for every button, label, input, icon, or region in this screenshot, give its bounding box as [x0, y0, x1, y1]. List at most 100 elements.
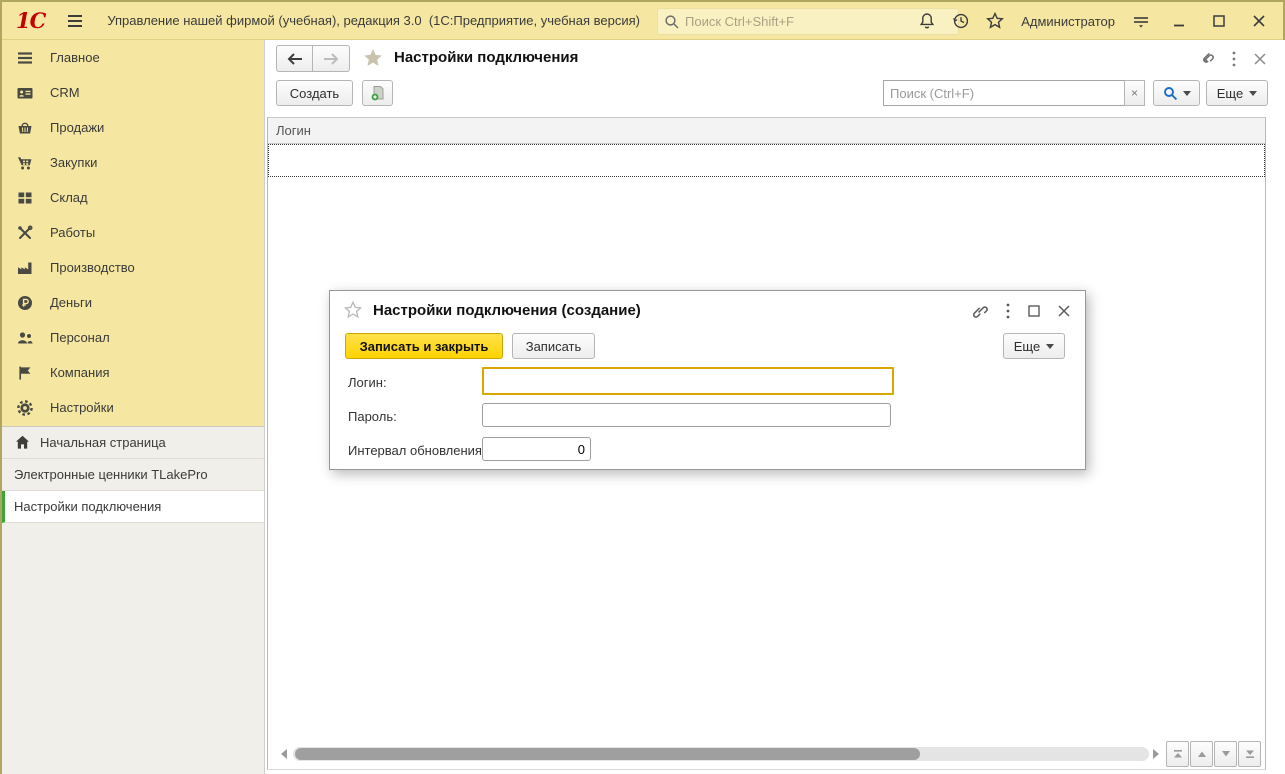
- people-icon: [16, 329, 34, 347]
- more-label: Еще: [1217, 86, 1243, 101]
- global-search-box[interactable]: [657, 8, 959, 35]
- save-button[interactable]: Записать: [512, 333, 595, 359]
- close-dialog-icon[interactable]: [1057, 304, 1071, 318]
- sidebar-item-personnel[interactable]: Персонал: [2, 320, 264, 355]
- get-link-icon[interactable]: [1197, 50, 1215, 68]
- notifications-bell-icon[interactable]: [917, 11, 937, 31]
- sidebar-item-main[interactable]: Главное: [2, 40, 264, 75]
- list-more-button[interactable]: Еще: [1206, 80, 1268, 106]
- login-input[interactable]: [482, 367, 894, 395]
- sidebar-item-label: Главное: [50, 50, 100, 65]
- dialog-toolbar: Записать и закрыть Записать Еще: [345, 333, 1070, 359]
- sidebar-item-label: Деньги: [50, 295, 92, 310]
- sidebar-item-label: Настройки: [50, 400, 114, 415]
- table-current-row[interactable]: [268, 144, 1265, 177]
- app-window: { "topbar": { "logo": "1С", "title": "Уп…: [0, 0, 1285, 774]
- dialog-header: Настройки подключения (создание): [330, 291, 1085, 329]
- favorites-star-icon[interactable]: [985, 11, 1005, 31]
- sidebar-item-warehouse[interactable]: Склад: [2, 180, 264, 215]
- back-button[interactable]: [276, 45, 313, 72]
- list-search-input[interactable]: [890, 86, 1110, 101]
- table-header-row[interactable]: Логин: [268, 117, 1265, 144]
- gear-icon: [16, 399, 34, 417]
- sidebar-item-label: Закупки: [50, 155, 97, 170]
- scroll-right-arrow[interactable]: [1153, 749, 1164, 759]
- go-next-row-button[interactable]: [1214, 741, 1237, 767]
- sidebar-item-company[interactable]: Компания: [2, 355, 264, 390]
- scrollbar-thumb[interactable]: [295, 748, 920, 760]
- sidebar-item-crm[interactable]: CRM: [2, 75, 264, 110]
- favorite-star-icon[interactable]: [362, 47, 384, 69]
- home-icon: [14, 434, 31, 451]
- row-navigation-buttons: [1166, 741, 1261, 767]
- contact-card-icon: [16, 84, 34, 102]
- scroll-left-arrow[interactable]: [276, 749, 287, 759]
- menu-lines-icon: [16, 49, 34, 67]
- ruble-coin-icon: [16, 294, 34, 312]
- go-first-row-button[interactable]: [1166, 741, 1189, 767]
- tab-label: Электронные ценники TLakePro: [14, 467, 208, 482]
- more-dots-icon[interactable]: [1005, 302, 1011, 320]
- advanced-search-button[interactable]: [1153, 80, 1200, 106]
- scrollbar-track[interactable]: [293, 747, 1149, 761]
- 1c-logo: 1С: [16, 8, 45, 33]
- password-input[interactable]: [482, 403, 891, 427]
- copy-item-button[interactable]: [362, 80, 393, 106]
- main-menu-icon[interactable]: [65, 11, 85, 31]
- interval-field-label: Интервал обновления:: [348, 437, 486, 463]
- history-nav-buttons: [276, 45, 350, 72]
- minimize-icon[interactable]: [1171, 13, 1187, 29]
- history-icon[interactable]: [951, 11, 971, 31]
- global-search-input[interactable]: [685, 14, 935, 29]
- dialog-title: Настройки подключения (создание): [373, 302, 641, 319]
- sidebar-item-label: Работы: [50, 225, 95, 240]
- more-dots-icon[interactable]: [1231, 50, 1237, 68]
- sidebar-item-money[interactable]: Деньги: [2, 285, 264, 320]
- horizontal-scrollbar: [268, 739, 1265, 769]
- tab-label: Начальная страница: [40, 435, 166, 450]
- tab-price-tags[interactable]: Электронные ценники TLakePro: [2, 459, 264, 491]
- sidebar-item-label: Продажи: [50, 120, 104, 135]
- maximize-icon[interactable]: [1211, 13, 1227, 29]
- service-menu-icon[interactable]: [1131, 11, 1151, 31]
- go-previous-row-button[interactable]: [1190, 741, 1213, 767]
- chevron-down-icon: [1046, 344, 1054, 353]
- close-window-icon[interactable]: [1251, 13, 1267, 29]
- password-field-label: Пароль:: [348, 403, 397, 429]
- section-sidebar: Главное CRM Продажи Закупки Склад Работы…: [2, 40, 264, 426]
- sidebar-item-settings[interactable]: Настройки: [2, 390, 264, 425]
- panel-window-icons: [1197, 50, 1267, 68]
- app-title: Управление нашей фирмой (учебная), редак…: [107, 13, 640, 28]
- clear-search-button[interactable]: ×: [1124, 80, 1145, 106]
- list-search-box[interactable]: [883, 80, 1125, 106]
- basket-icon: [16, 119, 34, 137]
- more-label: Еще: [1014, 339, 1040, 354]
- factory-icon: [16, 259, 34, 277]
- save-and-close-button[interactable]: Записать и закрыть: [345, 333, 503, 359]
- tab-connection-settings[interactable]: Настройки подключения: [2, 491, 264, 523]
- sidebar-item-label: Компания: [50, 365, 110, 380]
- close-panel-icon[interactable]: [1253, 52, 1267, 66]
- sidebar-item-label: Склад: [50, 190, 88, 205]
- update-interval-input[interactable]: [482, 437, 591, 461]
- tools-icon: [16, 224, 34, 242]
- sidebar-item-works[interactable]: Работы: [2, 215, 264, 250]
- sidebar-item-production[interactable]: Производство: [2, 250, 264, 285]
- sidebar-item-label: Персонал: [50, 330, 110, 345]
- list-panel-title: Настройки подключения: [394, 49, 578, 66]
- current-user[interactable]: Администратор: [1019, 14, 1117, 29]
- sidebar-item-purchases[interactable]: Закупки: [2, 145, 264, 180]
- login-field-label: Логин:: [348, 369, 387, 395]
- topbar-right-controls: Администратор: [917, 2, 1273, 40]
- favorite-star-outline-icon[interactable]: [343, 300, 363, 320]
- sidebar-item-sales[interactable]: Продажи: [2, 110, 264, 145]
- create-button[interactable]: Создать: [276, 80, 353, 106]
- go-last-row-button[interactable]: [1238, 741, 1261, 767]
- flag-icon: [16, 364, 34, 382]
- get-link-icon[interactable]: [971, 302, 989, 320]
- connection-settings-create-dialog: Настройки подключения (создание) Записат…: [329, 290, 1086, 470]
- dialog-more-button[interactable]: Еще: [1003, 333, 1065, 359]
- maximize-dialog-icon[interactable]: [1027, 304, 1041, 318]
- tab-home-page[interactable]: Начальная страница: [2, 427, 264, 459]
- forward-button[interactable]: [313, 45, 350, 72]
